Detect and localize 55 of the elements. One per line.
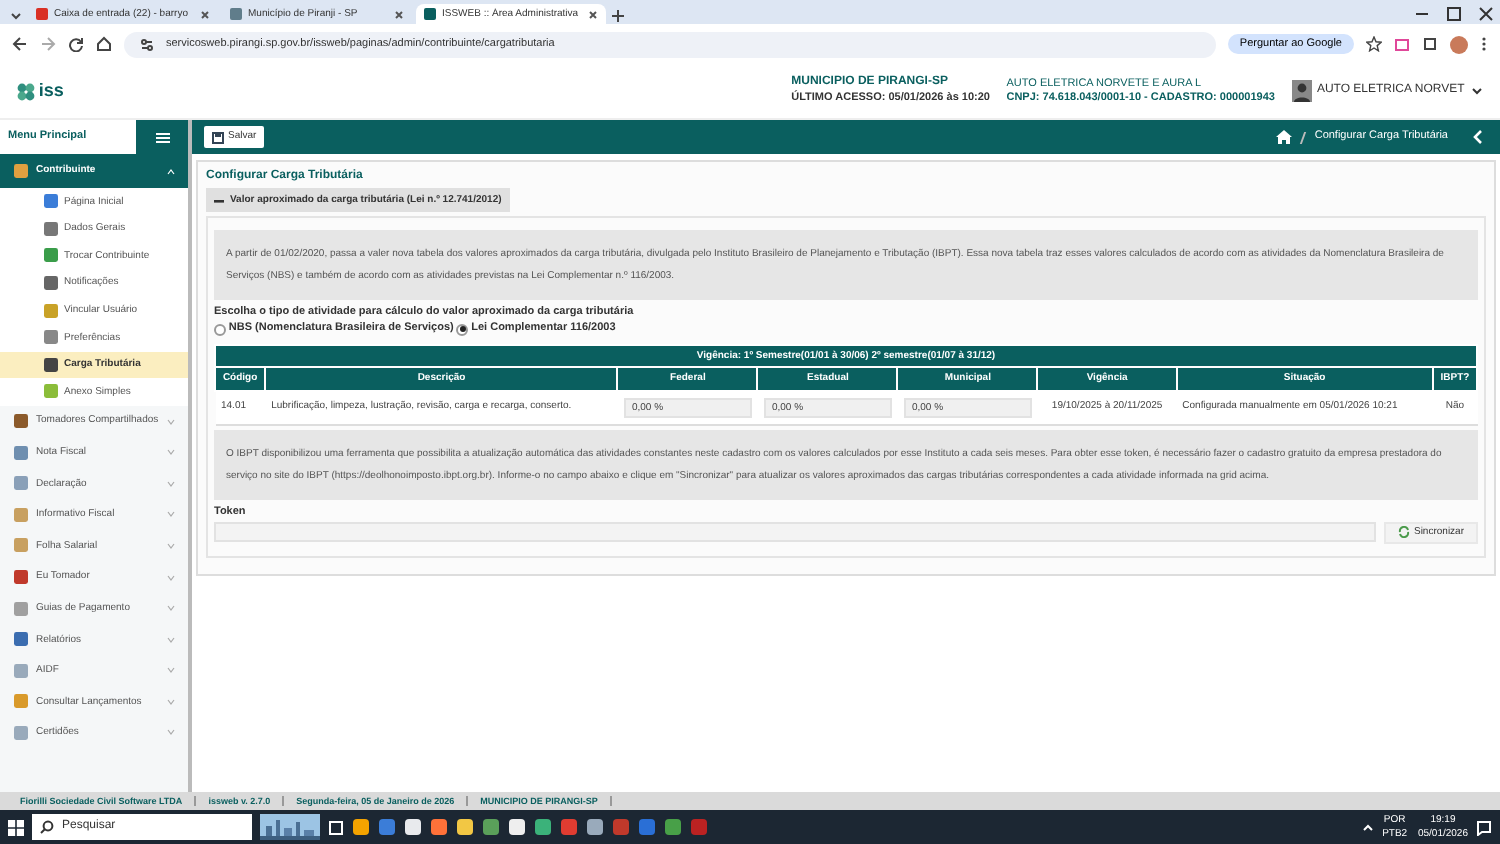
search-icon <box>40 820 54 834</box>
menu-item-icon <box>14 445 28 460</box>
menu-item-icon <box>14 164 28 178</box>
menu-item-icon <box>14 476 28 491</box>
close-icon[interactable] <box>200 9 210 19</box>
close-icon[interactable] <box>394 9 404 19</box>
star-icon[interactable] <box>1366 36 1382 52</box>
chevron-down-icon <box>166 635 176 644</box>
windows-icon[interactable] <box>8 819 24 835</box>
avatar-icon[interactable] <box>1450 35 1468 53</box>
menu-item-icon <box>14 663 28 678</box>
menu-icon <box>155 131 169 143</box>
logo-text: iss <box>38 79 64 103</box>
back-icon[interactable] <box>12 36 28 52</box>
dropdown-icon[interactable] <box>8 8 24 24</box>
logo-icon[interactable] <box>16 81 36 101</box>
close-icon[interactable] <box>588 9 598 19</box>
chevron-down-icon <box>166 666 176 675</box>
chevron-down-icon <box>166 417 177 426</box>
chevron-down-icon <box>166 604 176 613</box>
minus-icon <box>214 197 224 203</box>
radio-button[interactable] <box>214 323 226 336</box>
new-tab-icon[interactable] <box>610 8 626 24</box>
menu-item-icon <box>14 414 28 429</box>
site-info-icon[interactable] <box>140 37 154 51</box>
menu-item-icon <box>14 570 28 585</box>
collapse-icon[interactable] <box>1472 130 1484 144</box>
menu-button[interactable] <box>136 120 188 154</box>
chevron-down-icon <box>166 697 176 706</box>
more-icon[interactable] <box>1480 36 1488 52</box>
chevron-up-icon[interactable] <box>1362 821 1375 833</box>
home-icon[interactable] <box>96 36 112 52</box>
reload-icon[interactable] <box>68 36 84 52</box>
task-view-icon[interactable] <box>328 819 344 835</box>
chevron-down-icon <box>166 573 176 582</box>
chevron-down-icon <box>166 448 176 457</box>
chevron-down-icon <box>166 479 176 488</box>
chevron-down-icon <box>166 728 176 737</box>
menu-item-icon <box>14 725 28 740</box>
menu-item-icon <box>14 538 28 553</box>
menu-item-icon <box>14 632 28 647</box>
chevron-down-icon <box>166 541 176 550</box>
menu-item-icon <box>14 694 28 709</box>
token-field[interactable] <box>214 522 1376 543</box>
radio-button[interactable] <box>456 323 469 336</box>
chevron-up-icon <box>166 167 176 175</box>
user-avatar-icon <box>1291 80 1312 102</box>
extension-icon[interactable] <box>1394 36 1410 52</box>
menu-item-icon <box>14 601 28 616</box>
menu-item-icon <box>14 507 28 522</box>
caret-icon <box>1470 84 1484 98</box>
chevron-down-icon <box>166 510 176 519</box>
home-icon[interactable] <box>1276 130 1293 144</box>
notification-icon[interactable] <box>1476 819 1492 835</box>
sync-icon <box>1397 526 1410 539</box>
